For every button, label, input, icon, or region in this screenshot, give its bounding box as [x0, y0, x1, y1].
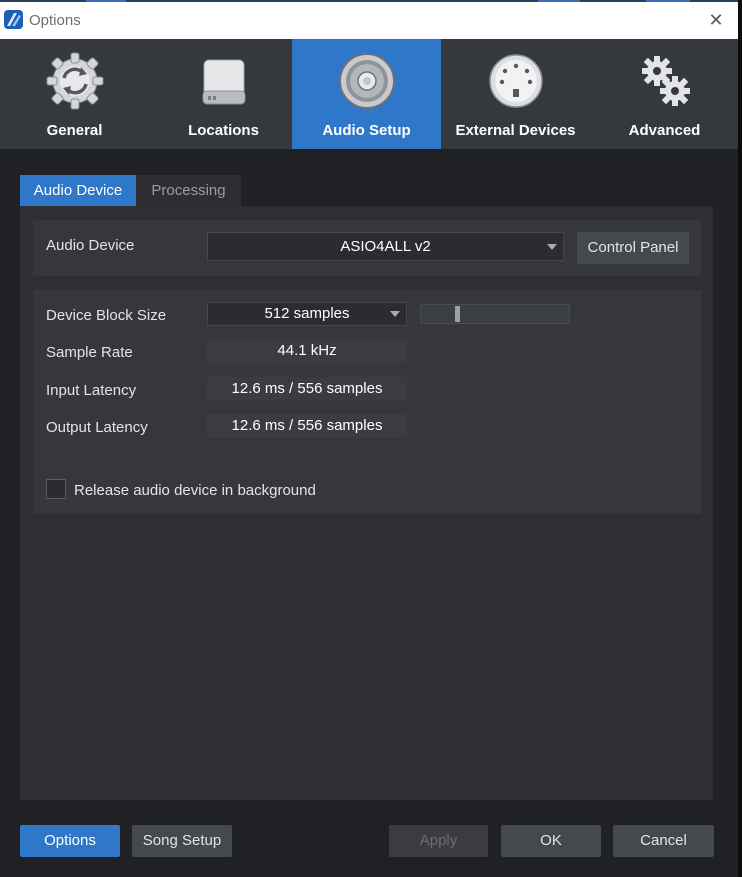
release-audio-device-checkbox[interactable] [46, 479, 66, 499]
device-block-size-label: Device Block Size [46, 307, 167, 324]
block-size-slider[interactable] [420, 304, 570, 324]
input-latency-label: Input Latency [46, 382, 137, 399]
nav-audio-setup[interactable]: Audio Setup [292, 39, 441, 149]
nav-external-devices[interactable]: External Devices [441, 39, 590, 149]
midi-connector-icon [488, 54, 543, 108]
song-setup-button[interactable]: Song Setup [132, 825, 232, 857]
ok-button[interactable]: OK [501, 825, 601, 857]
apply-button[interactable]: Apply [389, 825, 488, 857]
nav-label: General [46, 122, 103, 139]
audio-device-dropdown[interactable]: ASIO4ALL v2 [207, 232, 564, 261]
output-latency-label: Output Latency [46, 419, 148, 436]
release-audio-device-label: Release audio device in background [74, 482, 316, 499]
nav-advanced[interactable]: Advanced [590, 39, 739, 149]
output-latency-value: 12.6 ms / 556 samples [207, 414, 407, 438]
nav-general[interactable]: General [0, 39, 149, 149]
category-nav: General Locations Audio Setup External D… [0, 39, 738, 149]
nav-label: Advanced [628, 122, 701, 139]
close-icon[interactable]: ✕ [704, 9, 728, 31]
nav-label: External Devices [455, 122, 576, 139]
chevron-down-icon [390, 311, 400, 317]
nav-label: Audio Setup [322, 122, 411, 139]
control-panel-button[interactable]: Control Panel [577, 232, 689, 264]
audio-device-value: ASIO4ALL v2 [340, 238, 431, 255]
gears-icon [641, 56, 690, 106]
chevron-down-icon [547, 243, 557, 250]
title-bar: Options ✕ [0, 2, 738, 39]
block-size-value: 512 samples [264, 305, 350, 322]
options-button[interactable]: Options [20, 825, 120, 857]
tab-audio-device[interactable]: Audio Device [20, 175, 136, 206]
hard-drive-icon [202, 59, 245, 105]
window-title: Options [29, 12, 81, 29]
general-refresh-gear-icon [46, 52, 103, 110]
sample-rate-value: 44.1 kHz [207, 339, 407, 363]
nav-label: Locations [188, 122, 259, 139]
nav-locations[interactable]: Locations [149, 39, 298, 149]
block-size-dropdown[interactable]: 512 samples [207, 302, 407, 326]
cancel-button[interactable]: Cancel [613, 825, 714, 857]
speaker-icon [338, 53, 395, 109]
audio-device-label: Audio Device [46, 237, 135, 254]
sample-rate-label: Sample Rate [46, 344, 133, 361]
slider-thumb[interactable] [455, 306, 460, 322]
app-logo-icon [4, 10, 23, 29]
input-latency-value: 12.6 ms / 556 samples [207, 377, 407, 401]
tab-processing[interactable]: Processing [136, 175, 241, 206]
